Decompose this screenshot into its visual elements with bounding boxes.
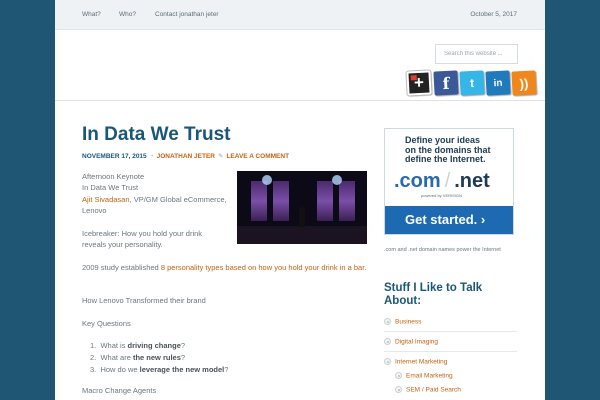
speaker-link[interactable]: Ajit Sivadasan <box>82 195 130 204</box>
ad-powered-by: powered by VERISIGN <box>421 193 462 198</box>
ad-tagline: Define your ideas on the domains that de… <box>405 135 491 164</box>
icebreaker-text: Icebreaker: How you hold your drink reve… <box>82 229 203 250</box>
ad-com: .com <box>394 170 441 192</box>
bullet-icon <box>395 372 402 379</box>
study-paragraph: 2009 study established 8 personality typ… <box>82 262 372 273</box>
speaker-company: Lenovo <box>82 205 107 215</box>
intro-line-2: In Data We Trust <box>82 183 139 193</box>
list-item: 2. What are the new rules? <box>90 353 186 362</box>
google-plus-icon[interactable]: + <box>405 69 433 97</box>
bullet-icon <box>384 338 391 345</box>
post-author-link[interactable]: JONATHAN JETER <box>157 153 215 160</box>
category-digital-imaging[interactable]: Digital Imaging <box>384 338 438 346</box>
category-sem-paid-search[interactable]: SEM / Paid Search <box>395 386 461 394</box>
post-title[interactable]: In Data We Trust <box>82 124 231 146</box>
get-started-button[interactable]: Get started. › <box>385 206 513 234</box>
rss-icon[interactable]: )) <box>511 70 537 96</box>
key-questions-heading: Key Questions <box>82 319 131 328</box>
divider <box>384 351 517 352</box>
author-icon: ◔ <box>149 153 154 160</box>
intro-line-1: Afternoon Keynote <box>82 172 145 181</box>
comment-icon: ✎ <box>218 153 224 160</box>
ad-caption: .com and .net domain names power the Int… <box>384 247 501 253</box>
nav-date: October 5, 2017 <box>470 11 517 18</box>
list-item: 1. What is driving change? <box>90 341 186 350</box>
study-link[interactable]: 8 personality types based on how you hol… <box>161 263 364 272</box>
post-meta: NOVEMBER 17, 2015 ◔ JONATHAN JETER ✎ LEAVE A… <box>82 152 289 160</box>
post-intro: Afternoon Keynote In Data We Trust Ajit … <box>82 171 227 216</box>
sidebar-heading: Stuff I Like to Talk About: <box>384 282 483 307</box>
study-prefix: 2009 study established <box>82 263 161 272</box>
verisign-ad-banner[interactable]: Define your ideas on the domains that de… <box>384 128 514 235</box>
page-container: What? Who? Contact jonathan jeter Octobe… <box>55 0 545 400</box>
nav-link-who[interactable]: Who? <box>119 11 136 18</box>
keynote-photo <box>237 171 367 244</box>
top-navigation: What? Who? Contact jonathan jeter Octobe… <box>55 0 545 30</box>
bullet-icon <box>384 318 391 325</box>
questions-list: 1. What is driving change? 2. What are t… <box>90 340 228 376</box>
category-email-marketing[interactable]: Email Marketing <box>395 372 453 380</box>
linkedin-icon[interactable]: in <box>485 70 511 96</box>
ad-net: .net <box>454 170 490 192</box>
bullet-icon <box>384 358 391 365</box>
divider <box>384 331 517 332</box>
speaker-role: , VP/GM Global eCommerce, <box>129 194 227 204</box>
list-item: 3. How do we leverage the new model? <box>90 365 229 374</box>
category-internet-marketing[interactable]: Internet Marketing <box>384 358 447 366</box>
leave-comment-link[interactable]: LEAVE A COMMENT <box>226 153 289 160</box>
category-business[interactable]: Business <box>384 318 421 326</box>
nav-link-contact[interactable]: Contact jonathan jeter <box>155 11 219 18</box>
bullet-icon <box>395 386 402 393</box>
transform-heading: How Lenovo Transformed their brand <box>82 296 206 305</box>
twitter-icon[interactable]: t <box>459 70 485 96</box>
site-header: + f t in )) <box>55 31 545 101</box>
facebook-icon[interactable]: f <box>433 70 459 96</box>
macro-heading: Macro Change Agents <box>82 386 157 395</box>
search-input[interactable] <box>435 44 518 64</box>
post-date: NOVEMBER 17, 2015 <box>82 153 147 160</box>
ad-domains: .com / .net <box>394 170 490 192</box>
study-suffix: . <box>364 263 367 272</box>
nav-link-what[interactable]: What? <box>82 11 101 18</box>
speaker-figure <box>299 207 305 227</box>
